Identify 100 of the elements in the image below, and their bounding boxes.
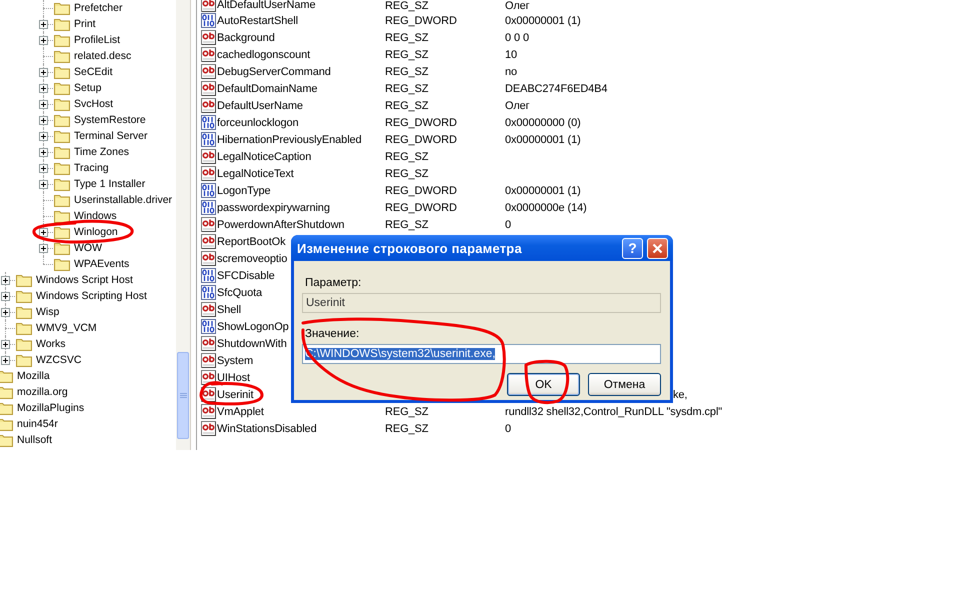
expand-icon[interactable] xyxy=(1,308,10,316)
value-name[interactable]: System xyxy=(217,354,254,366)
tree-item[interactable]: Windows Scripting Host xyxy=(36,290,147,302)
folder-icon xyxy=(54,81,70,95)
close-button[interactable] xyxy=(647,238,668,258)
folder-icon xyxy=(54,225,70,239)
expand-icon[interactable] xyxy=(39,20,48,28)
help-button[interactable]: ? xyxy=(622,238,643,258)
expand-icon[interactable] xyxy=(1,292,10,300)
value-name[interactable]: DefaultDomainName xyxy=(217,82,318,94)
value-type: REG_SZ xyxy=(385,100,428,112)
tree-item[interactable]: Mozilla xyxy=(17,370,50,382)
expand-icon[interactable] xyxy=(39,180,48,188)
tree-item[interactable]: WZCSVC xyxy=(36,354,82,366)
expand-icon[interactable] xyxy=(39,36,48,44)
tree-item[interactable]: SystemRestore xyxy=(74,114,146,126)
folder-icon xyxy=(54,161,70,175)
tree-item[interactable]: Prefetcher xyxy=(74,2,122,14)
value-name[interactable]: LogonType xyxy=(217,184,271,196)
value-data: rundll32 shell32,Control_RunDLL "sysdm.cpl" xyxy=(505,406,722,418)
value-name[interactable]: SfcQuota xyxy=(217,286,262,298)
scrollbar[interactable] xyxy=(176,0,190,450)
binary-value-icon xyxy=(201,183,217,198)
binary-value-icon xyxy=(201,200,217,215)
scrollbar-thumb[interactable] xyxy=(177,352,189,439)
expand-icon[interactable] xyxy=(1,276,10,284)
folder-icon xyxy=(54,145,70,159)
folder-icon xyxy=(16,305,32,319)
value-name[interactable]: Shell xyxy=(217,304,241,316)
value-name[interactable]: passwordexpirywarning xyxy=(217,202,330,214)
tree-item[interactable]: Userinstallable.driver xyxy=(74,194,172,206)
expand-icon[interactable] xyxy=(1,340,10,348)
folder-icon xyxy=(54,257,70,271)
value-data: Олег xyxy=(505,100,530,112)
tree-item[interactable]: Winlogon xyxy=(74,226,118,238)
value-type: REG_SZ xyxy=(385,168,428,180)
tree-item[interactable]: WOW xyxy=(74,242,102,254)
folder-icon xyxy=(54,209,70,223)
tree-item[interactable]: Tracing xyxy=(74,162,109,174)
value-name[interactable]: Userinit xyxy=(217,388,254,400)
string-value-icon xyxy=(201,64,217,79)
value-type: REG_DWORD xyxy=(385,14,457,26)
value-name[interactable]: cachedlogonscount xyxy=(217,48,310,60)
expand-icon[interactable] xyxy=(39,228,48,236)
value-type: REG_DWORD xyxy=(385,116,457,128)
tree-item[interactable]: Type 1 Installer xyxy=(74,178,146,190)
tree-item[interactable]: Nullsoft xyxy=(17,434,52,446)
value-name[interactable]: Background xyxy=(217,32,275,44)
value-name[interactable]: WinStationsDisabled xyxy=(217,422,317,434)
tree-item[interactable]: Wisp xyxy=(36,306,60,318)
value-name[interactable]: ShowLogonOp xyxy=(217,320,289,332)
value-name[interactable]: PowerdownAfterShutdown xyxy=(217,218,344,230)
tree-item[interactable]: nuin454r xyxy=(17,418,58,430)
expand-icon[interactable] xyxy=(39,84,48,92)
tree-item[interactable]: ProfileList xyxy=(74,34,120,46)
tree-item[interactable]: SeCEdit xyxy=(74,66,113,78)
value-name[interactable]: forceunlocklogon xyxy=(217,116,299,128)
tree-item[interactable]: SvcHost xyxy=(74,98,114,110)
tree-item[interactable]: WPAEvents xyxy=(74,258,130,270)
ok-button[interactable]: OK xyxy=(507,373,580,396)
value-name[interactable]: ReportBootOk xyxy=(217,236,286,248)
tree-item[interactable]: Windows Script Host xyxy=(36,274,133,286)
expand-icon[interactable] xyxy=(39,132,48,140)
tree-item[interactable]: MozillaPlugins xyxy=(17,402,84,414)
binary-value-icon xyxy=(201,268,217,283)
folder-icon xyxy=(54,113,70,127)
value-name[interactable]: VmApplet xyxy=(217,406,264,418)
tree-item[interactable]: Terminal Server xyxy=(74,130,148,142)
tree-item[interactable]: Print xyxy=(74,18,96,30)
cancel-button[interactable]: Отмена xyxy=(588,373,661,396)
tree-item[interactable]: WMV9_VCM xyxy=(36,322,97,334)
expand-icon[interactable] xyxy=(39,148,48,156)
expand-icon[interactable] xyxy=(39,116,48,124)
value-name[interactable]: AutoRestartShell xyxy=(217,14,298,26)
tree-item[interactable]: Works xyxy=(36,338,66,350)
expand-icon[interactable] xyxy=(39,100,48,108)
value-name[interactable]: scremoveoptio xyxy=(217,252,288,264)
tree-item[interactable]: mozilla.org xyxy=(17,386,68,398)
value-name[interactable]: SFCDisable xyxy=(217,270,275,282)
expand-icon[interactable] xyxy=(39,68,48,76)
value-name[interactable]: HibernationPreviouslyEnabled xyxy=(217,134,362,146)
expand-icon[interactable] xyxy=(1,356,10,364)
tree-item[interactable]: Setup xyxy=(74,82,102,94)
tree-item[interactable]: Time Zones xyxy=(74,146,130,158)
value-name[interactable]: LegalNoticeText xyxy=(217,168,294,180)
string-value-icon xyxy=(201,217,217,232)
tree-item[interactable]: Windows xyxy=(74,210,117,222)
value-type: REG_SZ xyxy=(385,32,428,44)
value-type: REG_SZ xyxy=(385,218,428,230)
tree-item[interactable]: related.desc xyxy=(74,50,132,62)
folder-icon xyxy=(54,17,70,31)
expand-icon[interactable] xyxy=(39,164,48,172)
value-name[interactable]: LegalNoticeCaption xyxy=(217,150,312,162)
expand-icon[interactable] xyxy=(39,244,48,252)
string-value-icon xyxy=(201,353,217,368)
value-name[interactable]: UIHost xyxy=(217,372,250,384)
value-name[interactable]: DebugServerCommand xyxy=(217,66,331,78)
value-name[interactable]: DefaultUserName xyxy=(217,100,303,112)
string-value-icon xyxy=(201,421,217,436)
value-name[interactable]: ShutdownWith xyxy=(217,338,287,350)
